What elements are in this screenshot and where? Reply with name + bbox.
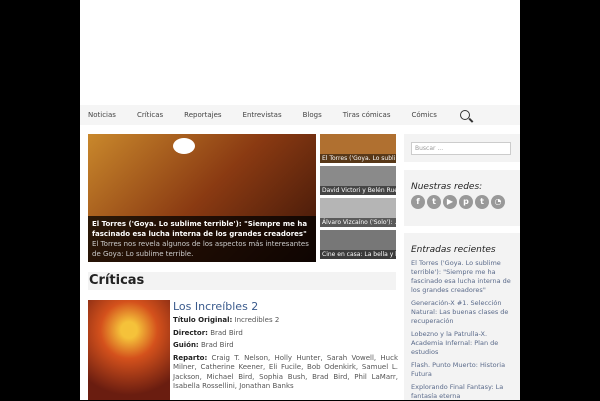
reparto-label: Reparto: (173, 353, 208, 362)
pinterest-icon[interactable]: p (459, 195, 473, 209)
facebook-icon[interactable]: f (411, 195, 425, 209)
social-widget: Nuestras redes: f t ▶ p t ◔ (404, 170, 520, 226)
orig-value: Incredibles 2 (232, 316, 280, 324)
slide-image (173, 138, 195, 154)
nav-comics[interactable]: Cómics (411, 111, 436, 119)
search-input[interactable]: Buscar ... (411, 142, 511, 155)
search-icon[interactable] (459, 110, 470, 120)
review-title[interactable]: Los Increíbles 2 (173, 300, 398, 313)
section-title: Críticas (88, 272, 396, 290)
slide-desc: El Torres nos revela algunos de los aspe… (92, 240, 309, 258)
social-title: Nuestras redes: (411, 182, 483, 192)
recent-post[interactable]: El Torres ('Goya. Lo sublime terrible'):… (411, 259, 513, 295)
nav-reportajes[interactable]: Reportajes (184, 111, 221, 119)
guion-label: Guión: (173, 341, 199, 349)
recent-post[interactable]: Flash. Punto Muerto: Historia Futura (411, 361, 513, 379)
reparto-value: Craig T. Nelson, Holly Hunter, Sarah Vow… (173, 353, 398, 391)
nav-tiras[interactable]: Tiras cómicas (343, 111, 391, 119)
recent-post[interactable]: Lobezno y la Patrulla-X. Academia Infern… (411, 330, 513, 357)
director-label: Director: (173, 328, 208, 337)
youtube-icon[interactable]: ▶ (443, 195, 457, 209)
page: Noticias Críticas Reportajes Entrevistas… (80, 0, 520, 400)
recent-title: Entradas recientes (411, 245, 496, 255)
review-info: Los Increíbles 2 Título Original: Incred… (173, 300, 398, 392)
slide-thumb[interactable]: El Torres ('Goya. Lo subli... (320, 134, 396, 163)
nav-criticas[interactable]: Críticas (137, 111, 163, 119)
recent-post[interactable]: Generación-X #1. Selección Natural: Las … (411, 299, 513, 326)
rss-icon[interactable]: ◔ (491, 195, 505, 209)
nav-entrevistas[interactable]: Entrevistas (243, 111, 282, 119)
slide-thumb[interactable]: David Victori y Belén Rue... (320, 166, 396, 195)
thumb-label: David Victori y Belén Rue... (320, 186, 396, 195)
slide-title[interactable]: El Torres ('Goya. Lo sublime terrible'):… (92, 219, 312, 239)
tumblr-icon[interactable]: t (475, 195, 489, 209)
recent-post[interactable]: Explorando Final Fantasy: La fantasía et… (411, 383, 513, 401)
thumb-label: Cine en casa: La bella y l... (320, 250, 396, 259)
search-widget: Buscar ... (404, 134, 520, 162)
recent-posts-widget: Entradas recientes El Torres ('Goya. Lo … (404, 233, 520, 400)
main-nav: Noticias Críticas Reportajes Entrevistas… (80, 105, 520, 125)
guion-value: Brad Bird (198, 341, 234, 349)
thumb-label: Álvaro Vizcaíno ('Solo'): ... (320, 218, 396, 227)
featured-slide[interactable]: El Torres ('Goya. Lo sublime terrible'):… (88, 134, 316, 262)
orig-label: Título Original: (173, 316, 233, 324)
slide-thumb[interactable]: Álvaro Vizcaíno ('Solo'): ... (320, 198, 396, 227)
twitter-icon[interactable]: t (427, 195, 441, 209)
director-value: Brad Bird (207, 328, 243, 337)
slide-thumb[interactable]: Cine en casa: La bella y l... (320, 230, 396, 259)
review-poster[interactable] (88, 300, 170, 400)
nav-noticias[interactable]: Noticias (88, 111, 116, 119)
nav-blogs[interactable]: Blogs (303, 111, 322, 119)
thumb-label: El Torres ('Goya. Lo subli... (320, 154, 396, 163)
